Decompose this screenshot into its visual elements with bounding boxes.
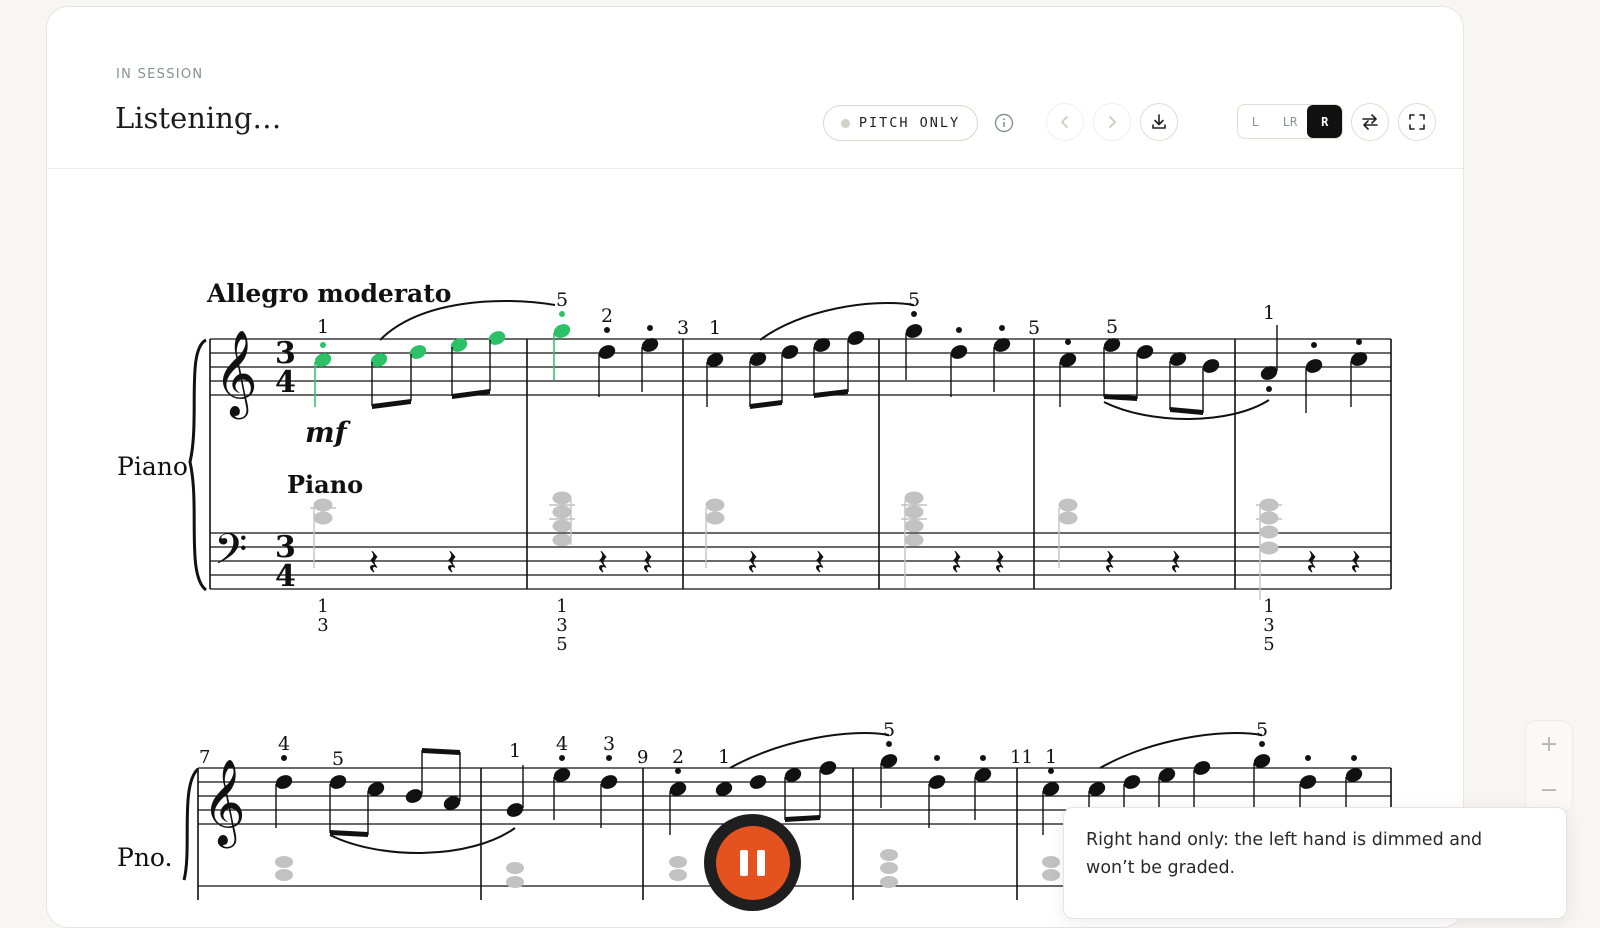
svg-text:5: 5: [883, 719, 895, 741]
svg-text:4: 4: [278, 733, 290, 755]
svg-text:𝄽: 𝄽: [1306, 543, 1317, 584]
svg-text:4: 4: [556, 733, 568, 755]
svg-text:𝄽: 𝄽: [1170, 543, 1181, 584]
instrument-short-name: Pno.: [117, 843, 172, 872]
svg-text:11: 11: [1010, 747, 1033, 768]
svg-text:𝄽: 𝄽: [368, 543, 379, 584]
svg-text:3: 3: [603, 733, 615, 755]
bass-clef: 𝄢: [214, 525, 247, 585]
svg-text:3: 3: [677, 317, 689, 339]
svg-text:5: 5: [556, 289, 568, 311]
fingerings-treble-2: 4 5 1 4 3 2 1 5 1 5: [278, 719, 1268, 770]
beam: [372, 399, 411, 409]
svg-text:𝄽: 𝄽: [747, 543, 758, 584]
fingerings-treble-1: 152 3 15 5 51: [317, 289, 1275, 339]
svg-text:5: 5: [1106, 316, 1118, 338]
system-brace: [188, 338, 208, 592]
beam: [452, 389, 490, 399]
svg-text:5: 5: [556, 634, 567, 655]
svg-text:3: 3: [317, 615, 328, 636]
svg-text:1: 1: [709, 317, 721, 339]
svg-text:4: 4: [275, 559, 296, 594]
svg-text:5: 5: [1263, 634, 1274, 655]
treble-clef-2: 𝄞: [202, 759, 246, 849]
bass-staff-1: [210, 532, 1391, 590]
svg-text:9: 9: [637, 747, 648, 768]
svg-text:1: 1: [317, 596, 328, 617]
time-signature-treble: 3 4: [275, 336, 296, 400]
toast-message: Right hand only: the left hand is dimmed…: [1086, 830, 1483, 878]
sheet-music: Allegro moderato Piano Piano mf 𝄞 𝄢 3 4 …: [117, 279, 1392, 900]
pause-icon: [715, 825, 790, 900]
zoom-controls: + −: [1525, 720, 1573, 814]
svg-text:𝄽: 𝄽: [446, 543, 457, 584]
svg-text:1: 1: [509, 740, 521, 762]
dynamic-marking: mf: [305, 416, 352, 449]
svg-text:1: 1: [556, 596, 567, 617]
rests-1: 𝄽 𝄽 𝄽 𝄽 𝄽 𝄽 𝄽 𝄽 𝄽 𝄽 𝄽 𝄽: [368, 543, 1361, 584]
svg-text:1: 1: [718, 746, 730, 768]
svg-text:5: 5: [1256, 719, 1268, 741]
svg-text:7: 7: [199, 747, 210, 768]
minus-icon: −: [1539, 777, 1559, 803]
svg-text:3: 3: [1263, 615, 1274, 636]
svg-text:2: 2: [672, 746, 684, 768]
svg-text:𝄽: 𝄽: [1350, 543, 1361, 584]
measure-numbers: 7 9 11: [199, 747, 1033, 768]
played-notes: [314, 311, 571, 407]
svg-text:1: 1: [1263, 302, 1275, 324]
svg-text:𝄽: 𝄽: [597, 543, 608, 584]
svg-text:4: 4: [275, 365, 296, 400]
pause-button[interactable]: [704, 814, 801, 911]
dimmed-left-hand-2: [275, 849, 1060, 888]
svg-text:𝄽: 𝄽: [994, 543, 1005, 584]
zoom-in-button[interactable]: +: [1526, 721, 1572, 767]
svg-text:𝄽: 𝄽: [951, 543, 962, 584]
svg-text:𝄽: 𝄽: [642, 543, 653, 584]
svg-text:3: 3: [556, 615, 567, 636]
instrument-name: Piano: [117, 452, 188, 481]
svg-text:2: 2: [601, 305, 613, 327]
staff-instrument-label: Piano: [287, 470, 363, 499]
barlines-1: [209, 339, 1392, 589]
treble-clef: 𝄞: [214, 330, 258, 420]
system-brace-2: [182, 767, 200, 881]
svg-text:1: 1: [1263, 596, 1274, 617]
svg-text:1: 1: [317, 316, 329, 338]
tempo-marking: Allegro moderato: [206, 279, 451, 308]
svg-text:𝄽: 𝄽: [814, 543, 825, 584]
svg-text:5: 5: [1028, 317, 1040, 339]
hand-mode-toast: Right hand only: the left hand is dimmed…: [1063, 807, 1567, 919]
svg-text:5: 5: [908, 289, 920, 311]
plus-icon: +: [1539, 731, 1559, 757]
time-signature-bass: 3 4: [275, 530, 296, 594]
fingerings-bass-1: 13 135 135: [317, 596, 1274, 655]
svg-text:1: 1: [1045, 746, 1057, 768]
svg-text:𝄽: 𝄽: [1104, 543, 1115, 584]
svg-text:5: 5: [332, 748, 344, 770]
